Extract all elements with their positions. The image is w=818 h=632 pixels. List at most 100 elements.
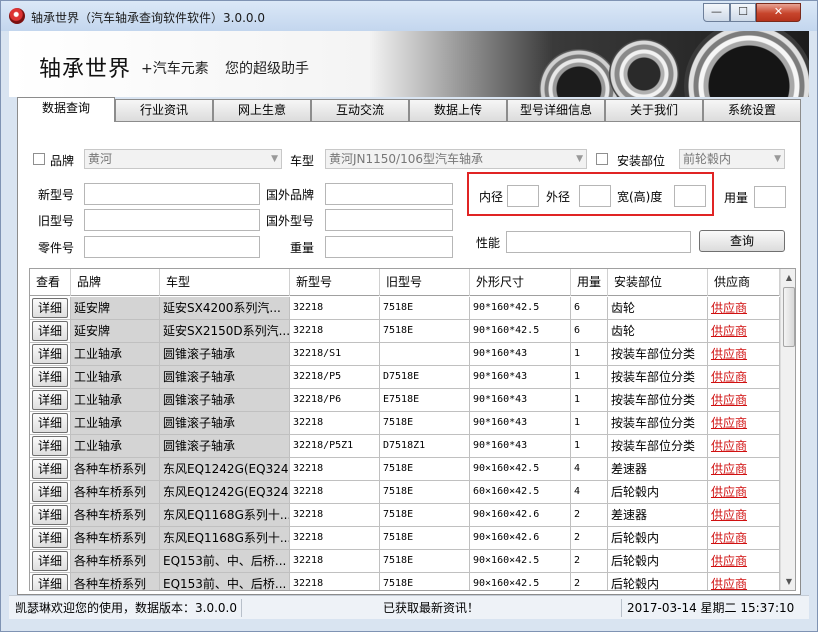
- column-header[interactable]: 用量: [571, 269, 608, 296]
- width-input[interactable]: [674, 185, 706, 207]
- weight-input[interactable]: [325, 236, 453, 258]
- size-cell: 90*160*43: [470, 366, 571, 389]
- vertical-scrollbar[interactable]: ▲ ▼: [780, 269, 795, 590]
- supplier-link[interactable]: 供应商: [708, 297, 780, 320]
- detail-button[interactable]: 详细: [32, 505, 68, 525]
- column-header[interactable]: 外形尺寸: [470, 269, 571, 296]
- old-model-input[interactable]: [84, 209, 260, 231]
- model-cell: 东风EQ1242G(EQ324...: [160, 481, 290, 504]
- scroll-up-icon[interactable]: ▲: [781, 269, 795, 286]
- foreign-brand-input[interactable]: [325, 183, 453, 205]
- detail-button[interactable]: 详细: [32, 413, 68, 433]
- model-select[interactable]: 黄河JN1150/106型汽车轴承 ▼: [325, 149, 587, 169]
- part-number-input[interactable]: [84, 236, 260, 258]
- detail-button[interactable]: 详细: [32, 551, 68, 571]
- new-model-input[interactable]: [84, 183, 260, 205]
- table-row[interactable]: 详细 各种车桥系列 东风EQ1242G(EQ324... 32218 7518E 90×1…: [30, 458, 780, 481]
- supplier-link[interactable]: 供应商: [708, 320, 780, 343]
- tab-model-details[interactable]: 型号详细信息: [507, 99, 605, 121]
- table-row[interactable]: 详细 各种车桥系列 EQ153前、中、后桥... 32218 7518E 90×160×4…: [30, 550, 780, 573]
- minimize-button[interactable]: —: [703, 3, 730, 22]
- tab-data-query[interactable]: 数据查询: [17, 97, 115, 122]
- supplier-link[interactable]: 供应商: [708, 412, 780, 435]
- position-checkbox[interactable]: [596, 153, 608, 165]
- supplier-link[interactable]: 供应商: [708, 435, 780, 458]
- table-row[interactable]: 详细 各种车桥系列 东风EQ1168G系列十... 32218 7518E 90×160×…: [30, 527, 780, 550]
- view-cell: 详细: [30, 412, 71, 435]
- supplier-link[interactable]: 供应商: [708, 343, 780, 366]
- detail-button[interactable]: 详细: [32, 390, 68, 410]
- maximize-button[interactable]: ☐: [730, 3, 756, 22]
- table-row[interactable]: 详细 工业轴承 圆锥滚子轴承 32218/P6 E7518E 90*160*43 1 按装车部…: [30, 389, 780, 412]
- supplier-link[interactable]: 供应商: [708, 389, 780, 412]
- usage-label: 用量: [724, 191, 749, 205]
- view-cell: 详细: [30, 366, 71, 389]
- detail-button[interactable]: 详细: [32, 459, 68, 479]
- position-select[interactable]: 前轮毂内 ▼: [679, 149, 785, 169]
- tab-online-business[interactable]: 网上生意: [213, 99, 311, 121]
- supplier-link[interactable]: 供应商: [708, 481, 780, 504]
- brand-checkbox[interactable]: [33, 153, 45, 165]
- detail-button[interactable]: 详细: [32, 321, 68, 341]
- tab-settings[interactable]: 系统设置: [703, 99, 801, 121]
- new-model-cell: 32218/P6: [290, 389, 380, 412]
- detail-button[interactable]: 详细: [32, 367, 68, 387]
- detail-button[interactable]: 详细: [32, 482, 68, 502]
- tab-about-us[interactable]: 关于我们: [605, 99, 703, 121]
- query-button[interactable]: 查询: [699, 230, 785, 252]
- column-header[interactable]: 车型: [160, 269, 290, 296]
- outer-diameter-input[interactable]: [579, 185, 611, 207]
- table-row[interactable]: 详细 工业轴承 圆锥滚子轴承 32218 7518E 90*160*43 1 按装车部位分类供…: [30, 412, 780, 435]
- column-header[interactable]: 新型号: [290, 269, 380, 296]
- brand-cell: 工业轴承: [71, 343, 160, 366]
- usage-input[interactable]: [754, 186, 786, 208]
- brand-cell: 各种车桥系列: [71, 527, 160, 550]
- supplier-link[interactable]: 供应商: [708, 573, 780, 590]
- tab-data-upload[interactable]: 数据上传: [409, 99, 507, 121]
- usage-cell: 1: [571, 389, 608, 412]
- foreign-model-input[interactable]: [325, 209, 453, 231]
- supplier-link[interactable]: 供应商: [708, 504, 780, 527]
- table-row[interactable]: 详细 工业轴承 圆锥滚子轴承 32218/P5 D7518E 90*160*43 1 按装车部…: [30, 366, 780, 389]
- detail-button[interactable]: 详细: [32, 574, 68, 590]
- table-row[interactable]: 详细 工业轴承 圆锥滚子轴承 32218/S1 90*160*43 1 按装车部位分类 供应商: [30, 343, 780, 366]
- table-row[interactable]: 详细 各种车桥系列 EQ153前、中、后桥... 32218 7518E 90×160×4…: [30, 573, 780, 590]
- brand-select-value: 黄河: [88, 152, 113, 166]
- inner-diameter-input[interactable]: [507, 185, 539, 207]
- column-header[interactable]: 旧型号: [380, 269, 470, 296]
- usage-cell: 1: [571, 412, 608, 435]
- scroll-down-icon[interactable]: ▼: [781, 573, 795, 590]
- tab-interaction[interactable]: 互动交流: [311, 99, 409, 121]
- usage-cell: 2: [571, 550, 608, 573]
- performance-input[interactable]: [506, 231, 691, 253]
- detail-button[interactable]: 详细: [32, 436, 68, 456]
- detail-button[interactable]: 详细: [32, 344, 68, 364]
- status-welcome: 凯瑟琳欢迎您的使用，数据版本：3.0.0.0: [15, 601, 237, 615]
- table-row[interactable]: 详细 各种车桥系列 东风EQ1168G系列十... 32218 7518E 90×160×…: [30, 504, 780, 527]
- brand-select[interactable]: 黄河 ▼: [84, 149, 282, 169]
- table-row[interactable]: 详细 延安牌 延安SX2150D系列汽... 32218 7518E 90*160*42.…: [30, 320, 780, 343]
- performance-label: 性能: [476, 236, 501, 250]
- supplier-link[interactable]: 供应商: [708, 527, 780, 550]
- old-model-cell: [380, 343, 470, 366]
- column-header[interactable]: 供应商: [708, 269, 780, 296]
- column-header[interactable]: 查看: [30, 269, 71, 296]
- scrollbar-thumb[interactable]: [783, 287, 795, 347]
- supplier-link[interactable]: 供应商: [708, 366, 780, 389]
- position-cell: 差速器: [608, 504, 708, 527]
- table-row[interactable]: 详细 工业轴承 圆锥滚子轴承 32218/P5Z1 D7518Z1 90*160*43 1 按…: [30, 435, 780, 458]
- detail-button[interactable]: 详细: [32, 528, 68, 548]
- supplier-link[interactable]: 供应商: [708, 458, 780, 481]
- brand-cell: 各种车桥系列: [71, 504, 160, 527]
- size-cell: 60×160×42.5: [470, 481, 571, 504]
- table-row[interactable]: 详细 延安牌 延安SX4200系列汽... 32218 7518E 90*160*42.5…: [30, 297, 780, 320]
- table-row[interactable]: 详细 各种车桥系列 东风EQ1242G(EQ324... 32218 7518E 60×1…: [30, 481, 780, 504]
- column-header[interactable]: 安装部位: [608, 269, 708, 296]
- tab-industry-news[interactable]: 行业资讯: [115, 99, 213, 121]
- title-bar[interactable]: 轴承世界（汽车轴承查询软件软件）3.0.0.0 — ☐ ✕: [1, 1, 817, 31]
- detail-button[interactable]: 详细: [32, 298, 68, 318]
- new-model-cell: 32218: [290, 320, 380, 343]
- supplier-link[interactable]: 供应商: [708, 550, 780, 573]
- close-button[interactable]: ✕: [756, 3, 801, 22]
- column-header[interactable]: 品牌: [71, 269, 160, 296]
